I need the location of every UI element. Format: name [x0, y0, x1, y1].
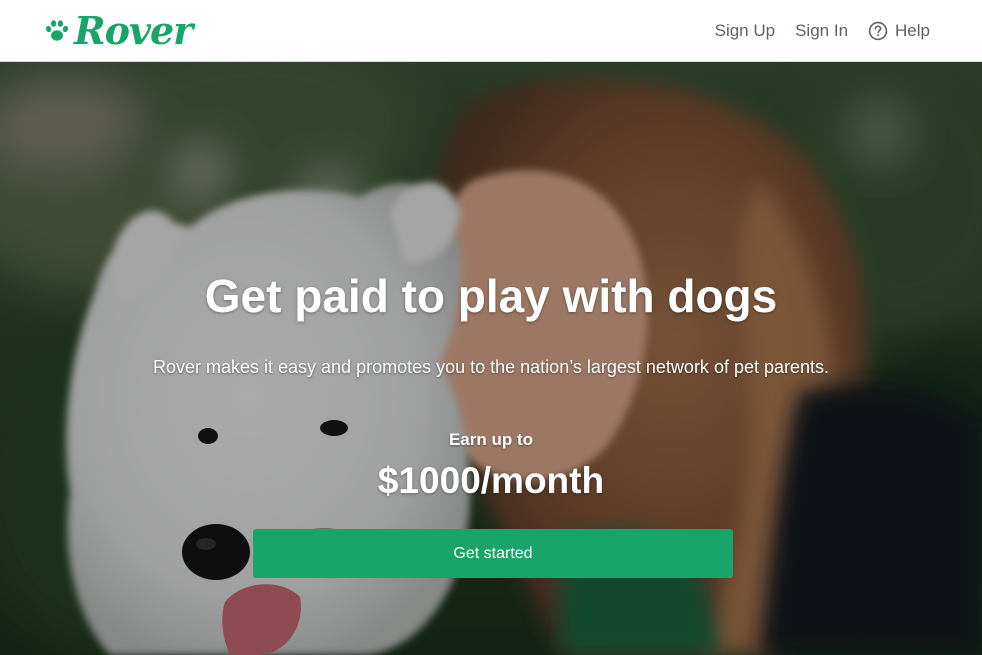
- earn-label: Earn up to: [448, 430, 534, 449]
- help-label: Help: [895, 21, 930, 40]
- hero-title: Get paid to play with dogs: [204, 270, 778, 322]
- hero-subtitle: Rover makes it easy and promotes you to …: [152, 357, 830, 377]
- hero-content: Get paid to play with dogs Rover makes i…: [0, 62, 982, 655]
- rover-logo[interactable]: Rover: [44, 8, 193, 54]
- question-circle-icon: [868, 21, 888, 41]
- paw-icon: [45, 20, 69, 41]
- header-nav: Sign Up Sign In Help: [715, 0, 930, 62]
- page: Rover Sign Up Sign In Help Get paid to p…: [0, 0, 982, 655]
- sign-up-link[interactable]: Sign Up: [715, 21, 775, 41]
- get-started-button[interactable]: Get started: [253, 529, 733, 578]
- earn-amount: $1000/month: [377, 460, 605, 501]
- brand-name: Rover: [74, 8, 193, 53]
- hero-section: Get paid to play with dogs Rover makes i…: [0, 62, 982, 655]
- site-header: Rover Sign Up Sign In Help: [0, 0, 982, 62]
- sign-in-link[interactable]: Sign In: [795, 21, 848, 41]
- help-link[interactable]: Help: [868, 21, 930, 41]
